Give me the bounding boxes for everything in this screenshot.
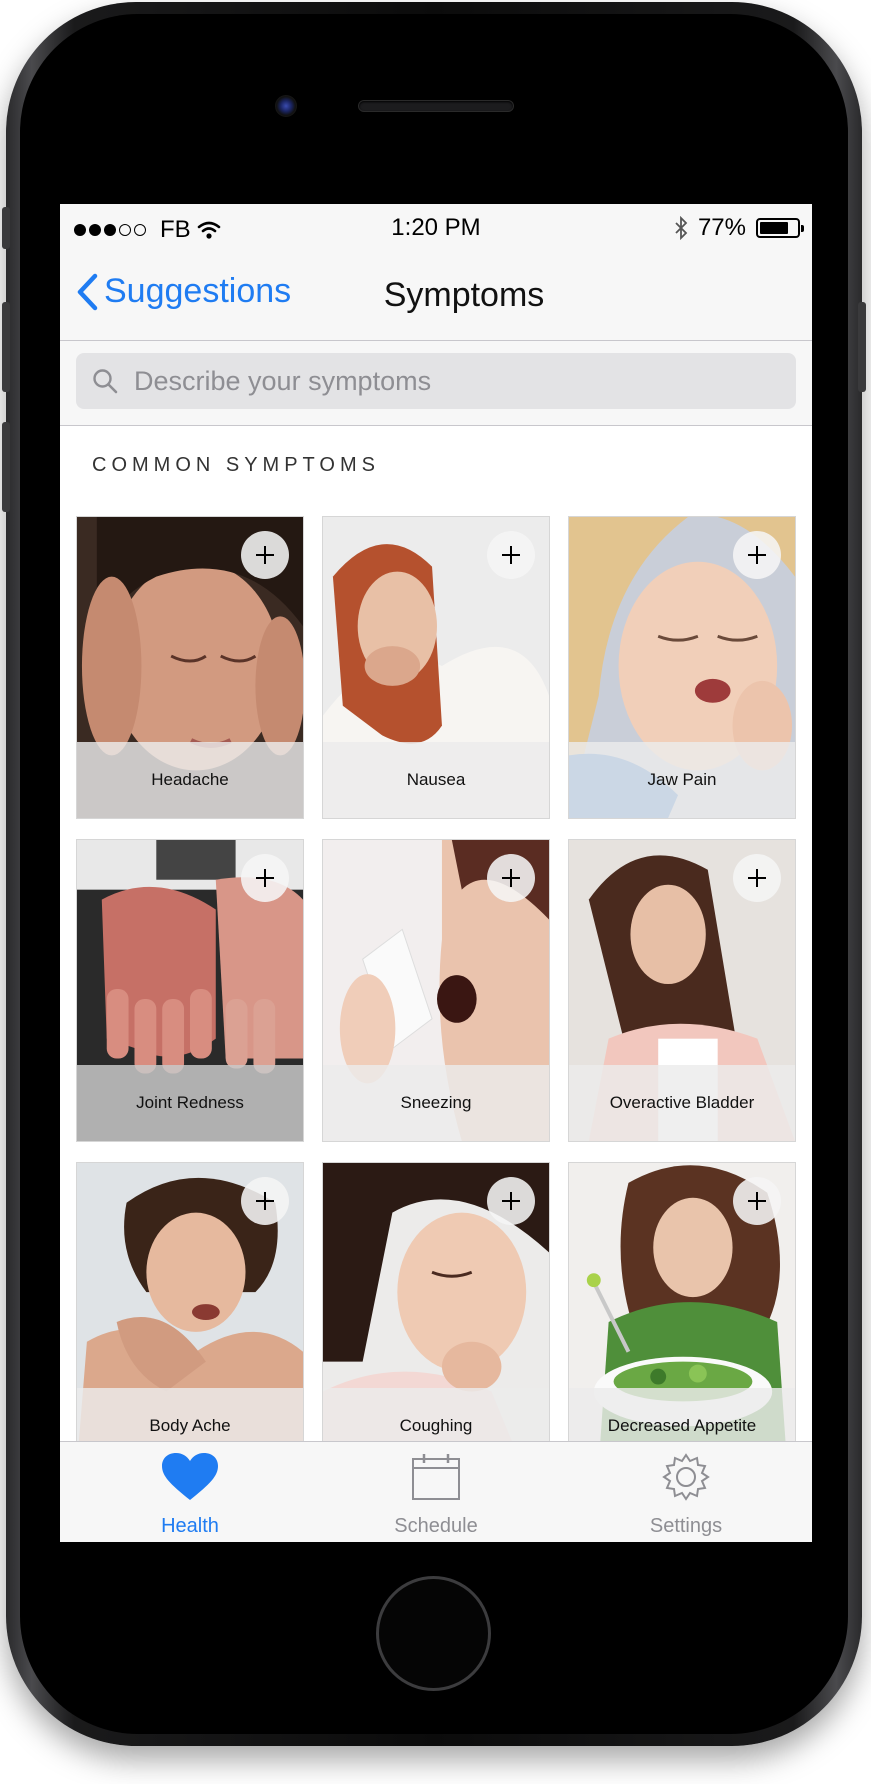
page-title: Symptoms — [383, 276, 545, 314]
symptom-card-body-ache[interactable]: Body Ache — [76, 1162, 304, 1465]
symptom-card-decreased-appetite[interactable]: Decreased Appetite — [568, 1162, 796, 1465]
search-icon — [93, 369, 118, 394]
symptom-card-coughing[interactable]: Coughing — [322, 1162, 550, 1465]
symptom-card-joint-redness[interactable]: Joint Redness — [76, 839, 304, 1142]
search-bar — [60, 341, 812, 426]
tab-schedule[interactable]: Schedule — [336, 1452, 536, 1538]
add-symptom-button[interactable] — [487, 1177, 535, 1225]
gear-icon — [662, 1453, 710, 1501]
navigation-bar: Suggestions Symptoms — [60, 254, 812, 341]
symptom-label: Nausea — [323, 742, 549, 818]
plus-icon — [256, 546, 274, 564]
symptom-label: Sneezing — [323, 1065, 549, 1141]
bluetooth-icon — [675, 216, 688, 240]
battery-icon — [756, 218, 804, 238]
plus-icon — [748, 1192, 766, 1210]
earpiece-speaker — [359, 101, 513, 111]
app-screen: FB 1:20 PM 77% Suggestions Symptoms Desc… — [60, 204, 812, 1542]
plus-icon — [256, 1192, 274, 1210]
add-symptom-button[interactable] — [241, 1177, 289, 1225]
plus-icon — [502, 546, 520, 564]
add-symptom-button[interactable] — [733, 531, 781, 579]
tab-bar: Health Schedule Settings — [60, 1441, 812, 1542]
add-symptom-button[interactable] — [241, 854, 289, 902]
front-camera — [275, 95, 297, 117]
plus-icon — [256, 869, 274, 887]
home-button[interactable] — [376, 1576, 491, 1691]
symptom-card-nausea[interactable]: Nausea — [322, 516, 550, 819]
power-button — [858, 302, 866, 392]
add-symptom-button[interactable] — [733, 854, 781, 902]
tab-label: Health — [161, 1515, 219, 1537]
volume-down-button — [2, 422, 10, 512]
symptom-label: Overactive Bladder — [569, 1065, 795, 1141]
symptom-card-jaw-pain[interactable]: Jaw Pain — [568, 516, 796, 819]
symptom-card-overactive-bladder[interactable]: Overactive Bladder — [568, 839, 796, 1142]
add-symptom-button[interactable] — [487, 854, 535, 902]
status-right: 77% — [674, 214, 804, 242]
tab-health[interactable]: Health — [90, 1452, 290, 1538]
tab-label: Settings — [649, 1515, 723, 1537]
volume-up-button — [2, 302, 10, 392]
section-header: COMMON SYMPTOMS — [92, 454, 380, 476]
heart-icon — [162, 1453, 218, 1500]
add-symptom-button[interactable] — [733, 1177, 781, 1225]
tab-label: Schedule — [394, 1515, 478, 1537]
calendar-icon — [412, 1454, 460, 1500]
plus-icon — [748, 546, 766, 564]
search-field[interactable] — [76, 353, 796, 409]
plus-icon — [502, 1192, 520, 1210]
add-symptom-button[interactable] — [487, 531, 535, 579]
symptom-label: Jaw Pain — [569, 742, 795, 818]
battery-percent: 77% — [697, 214, 746, 241]
add-symptom-button[interactable] — [241, 531, 289, 579]
symptom-card-headache[interactable]: Headache — [76, 516, 304, 819]
status-bar: FB 1:20 PM 77% — [60, 204, 812, 254]
symptom-card-sneezing[interactable]: Sneezing — [322, 839, 550, 1142]
tab-settings[interactable]: Settings — [586, 1452, 786, 1538]
symptom-label: Joint Redness — [77, 1065, 303, 1141]
plus-icon — [502, 869, 520, 887]
symptom-label: Headache — [77, 742, 303, 818]
plus-icon — [748, 869, 766, 887]
search-input[interactable] — [132, 364, 696, 398]
mute-switch — [2, 207, 10, 249]
